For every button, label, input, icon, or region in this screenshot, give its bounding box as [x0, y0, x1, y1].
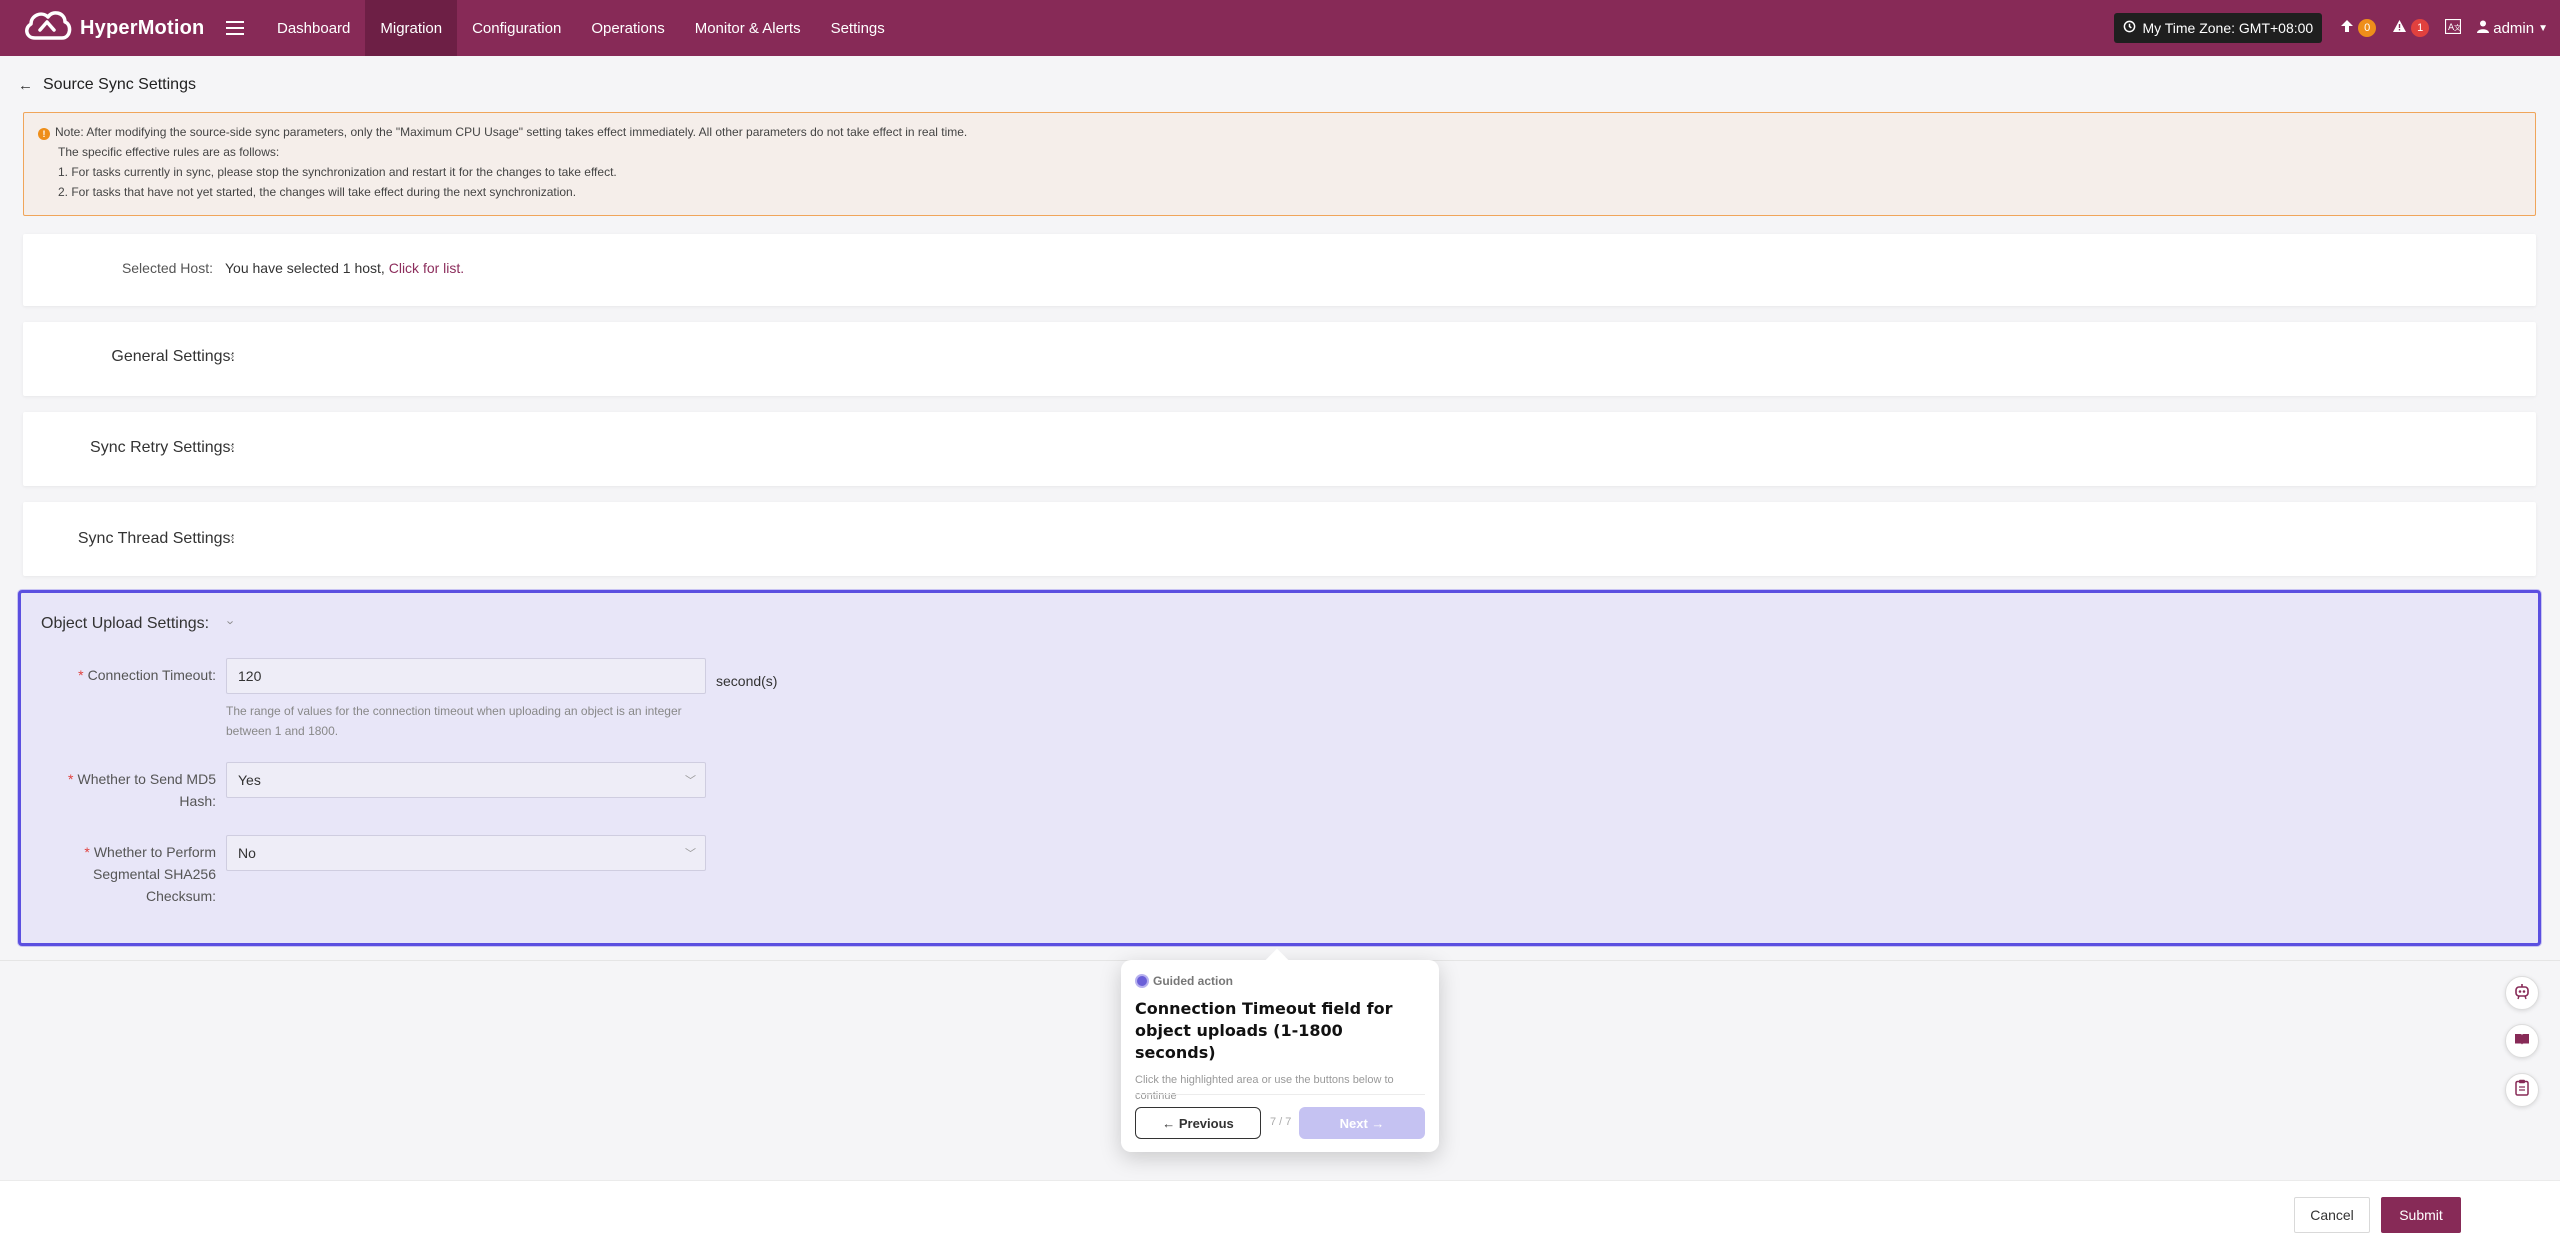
guide-previous-button[interactable]: ← Previous [1135, 1107, 1261, 1139]
chevron-right-icon[interactable]: › [230, 439, 234, 454]
footer-actions: Cancel Submit [0, 1180, 2560, 1242]
notice-line-3: 1. For tasks currently in sync, please s… [58, 165, 617, 179]
selected-host-card: Selected Host: You have selected 1 host,… [23, 234, 2536, 306]
language-icon: A文 [2445, 18, 2462, 38]
nav-monitor-alerts[interactable]: Monitor & Alerts [680, 0, 816, 56]
submit-button[interactable]: Submit [2381, 1197, 2461, 1233]
connection-timeout-unit: second(s) [716, 673, 778, 689]
upload-count-badge: 0 [2358, 19, 2377, 37]
caret-down-icon: ▼ [2538, 22, 2548, 34]
guided-action-tooltip: Guided action Connection Timeout field f… [1121, 960, 1439, 1152]
user-icon [2477, 20, 2490, 37]
clipboard-float-button[interactable] [2505, 1073, 2539, 1107]
guide-step-count: 7 / 7 [1270, 1116, 1292, 1128]
user-menu[interactable]: admin ▼ [2477, 20, 2548, 37]
sync-retry-settings-label: Sync Retry Settings: [90, 439, 235, 456]
chevron-down-icon[interactable]: › [224, 620, 239, 624]
sha256-checksum-value: No [238, 845, 256, 861]
guide-header: Guided action [1135, 974, 1425, 988]
nav-dashboard[interactable]: Dashboard [262, 0, 365, 56]
send-md5-value: Yes [238, 772, 261, 788]
chevron-down-icon: ﹀ [685, 848, 696, 860]
general-settings-section[interactable]: General Settings: › [23, 322, 2536, 396]
guide-divider [1135, 1094, 1425, 1095]
timezone-label: My Time Zone: GMT+08:00 [2142, 20, 2314, 36]
chevron-right-icon[interactable]: › [230, 348, 234, 363]
send-md5-label: * Whether to Send MD5 Hash: [68, 771, 216, 809]
connection-timeout-input[interactable]: 120 [226, 658, 706, 694]
docs-float-button[interactable] [2505, 1024, 2539, 1058]
robot-icon [2513, 982, 2531, 1005]
upload-status-button[interactable]: 0 [2340, 19, 2377, 37]
chevron-down-icon: ﹀ [685, 775, 696, 787]
object-upload-settings-label: Object Upload Settings: [41, 615, 210, 632]
menu-toggle-icon[interactable] [222, 0, 248, 56]
send-md5-select[interactable]: Yes ﹀ [226, 762, 706, 798]
guide-next-button[interactable]: Next → [1299, 1107, 1425, 1139]
object-upload-settings-section[interactable]: Object Upload Settings: › * Connection Ti… [18, 590, 2541, 946]
sha256-checksum-label: * Whether to Perform Segmental SHA256 Che… [84, 844, 216, 904]
sync-settings-notice: ! Note: After modifying the source-side s… [23, 112, 2536, 216]
clock-icon [2123, 20, 2136, 36]
clipboard-icon [2515, 1079, 2529, 1101]
page-title: Source Sync Settings [43, 76, 196, 93]
sync-thread-settings-label: Sync Thread Settings: [77, 530, 235, 547]
assistant-float-button[interactable] [2505, 976, 2539, 1010]
general-settings-label: General Settings: [111, 348, 235, 365]
back-arrow-icon[interactable]: ← [18, 77, 33, 94]
logo[interactable]: HyperMotion [22, 6, 204, 51]
guide-description: Click the highlighted area or use the bu… [1135, 1074, 1394, 1102]
svg-text:文: 文 [2454, 23, 2461, 32]
sync-thread-settings-section[interactable]: Sync Thread Settings: › [23, 502, 2536, 576]
alert-count-badge: 1 [2411, 19, 2430, 37]
selected-host-text: You have selected 1 host, [225, 260, 389, 276]
logo-text: HyperMotion [80, 16, 205, 39]
notice-line-2: The specific effective rules are as foll… [58, 145, 280, 159]
cloud-logo-icon [22, 6, 72, 51]
upload-arrow-icon [2340, 19, 2354, 37]
selected-host-label: Selected Host: [121, 260, 213, 276]
notice-line-4: 2. For tasks that have not yet started, … [58, 185, 577, 199]
alerts-button[interactable]: 1 [2392, 19, 2430, 37]
language-button[interactable]: A文 [2445, 18, 2462, 38]
chevron-right-icon[interactable]: › [230, 530, 234, 545]
cancel-button[interactable]: Cancel [2294, 1197, 2370, 1233]
warning-triangle-icon [2392, 19, 2407, 37]
sha256-checksum-select[interactable]: No ﹀ [226, 835, 706, 871]
timezone-button[interactable]: My Time Zone: GMT+08:00 [2114, 13, 2323, 43]
guide-dot-icon [1135, 974, 1149, 988]
connection-timeout-label: * Connection Timeout: [78, 667, 216, 683]
connection-timeout-hint: The range of values for the connection t… [226, 704, 682, 738]
nav-migration[interactable]: Migration [365, 0, 458, 56]
notice-line-1: Note: After modifying the source-side sy… [55, 125, 968, 139]
nav-configuration[interactable]: Configuration [457, 0, 576, 56]
top-navbar: HyperMotion Dashboard Migration Configur… [0, 0, 2560, 56]
page-header: ← Source Sync Settings [18, 72, 196, 98]
guide-title: Connection Timeout field for object uplo… [1135, 999, 1393, 1062]
guide-header-label: Guided action [1153, 974, 1234, 988]
sync-retry-settings-section[interactable]: Sync Retry Settings: › [23, 412, 2536, 486]
nav-settings[interactable]: Settings [816, 0, 900, 56]
host-list-link[interactable]: Click for list. [389, 260, 464, 276]
username: admin [2493, 19, 2535, 37]
nav-operations[interactable]: Operations [576, 0, 679, 56]
warning-icon: ! [38, 128, 50, 140]
book-icon [2514, 1032, 2530, 1051]
main-nav: Dashboard Migration Configuration Operat… [262, 0, 900, 56]
